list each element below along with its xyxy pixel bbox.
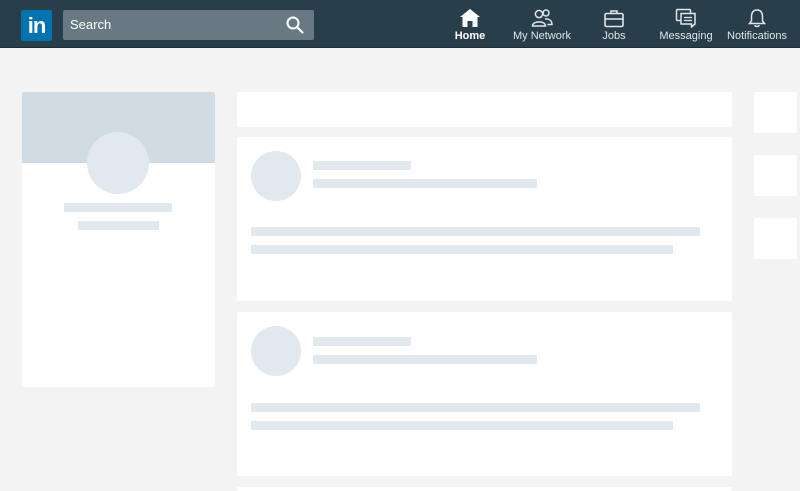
post-text-placeholder-bar xyxy=(251,403,700,412)
nav-my-network-label: My Network xyxy=(512,30,572,42)
nav-messaging-label: Messaging xyxy=(659,30,713,42)
post-text-placeholder-bar xyxy=(251,245,673,254)
right-rail-skeleton xyxy=(754,218,797,259)
right-rail-skeleton xyxy=(754,155,797,196)
chat-icon xyxy=(675,8,696,28)
profile-card-skeleton xyxy=(22,92,215,387)
home-icon xyxy=(460,9,480,27)
bell-icon xyxy=(747,9,767,28)
post-author-placeholder-bar xyxy=(313,161,411,170)
nav-messaging[interactable]: Messaging xyxy=(657,8,715,46)
feed-post-skeleton xyxy=(237,312,732,476)
nav-home-label: Home xyxy=(454,30,486,42)
post-author-placeholder-bar xyxy=(313,337,411,346)
post-avatar-placeholder xyxy=(251,326,301,376)
share-box-skeleton xyxy=(237,92,732,127)
search-placeholder: Search xyxy=(70,17,112,32)
post-text-placeholder-bar xyxy=(251,227,700,236)
top-nav-bar: in Search Home My Network Jobs Messaging… xyxy=(0,0,800,48)
nav-notifications-label: Notifications xyxy=(727,30,787,42)
post-meta-placeholder-bar xyxy=(313,355,537,364)
avatar-placeholder xyxy=(87,132,149,194)
nav-jobs-label: Jobs xyxy=(602,30,626,42)
linkedin-logo[interactable]: in xyxy=(21,10,52,41)
nav-notifications[interactable]: Notifications xyxy=(724,8,790,46)
nav-jobs[interactable]: Jobs xyxy=(596,8,632,46)
post-avatar-placeholder xyxy=(251,151,301,201)
feed-post-skeleton xyxy=(237,137,732,301)
briefcase-icon xyxy=(604,10,624,28)
feed-post-skeleton xyxy=(237,487,732,491)
search-icon[interactable] xyxy=(286,16,304,34)
nav-my-network[interactable]: My Network xyxy=(510,8,574,46)
nav-home[interactable]: Home xyxy=(447,8,493,46)
right-rail-skeleton xyxy=(754,92,797,133)
headline-placeholder-bar xyxy=(78,221,159,230)
people-icon xyxy=(531,9,553,27)
name-placeholder-bar xyxy=(64,203,172,212)
post-meta-placeholder-bar xyxy=(313,179,537,188)
post-text-placeholder-bar xyxy=(251,421,673,430)
